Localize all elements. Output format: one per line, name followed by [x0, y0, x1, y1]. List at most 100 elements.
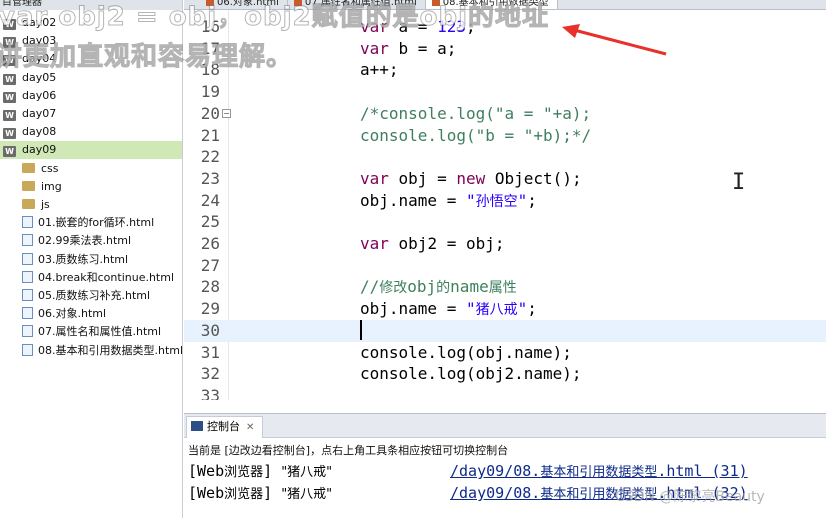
tree-item-label: day06: [22, 88, 57, 102]
tree-item-label: day09: [22, 143, 57, 157]
code-line: 22: [184, 146, 826, 168]
line-number: 27: [200, 255, 220, 275]
web-project-icon: W: [3, 73, 16, 85]
tree-item-label: day07: [22, 107, 57, 120]
code-line: 29 obj.name = "猪八戒";: [184, 298, 826, 320]
html-file-icon: [22, 252, 33, 265]
file-item[interactable]: 02.99乘法表.html: [0, 232, 182, 250]
project-item[interactable]: Wday09: [0, 141, 182, 160]
caption-line-1: var obj2 = obj，obj2赋值的是obj的地址: [0, 2, 549, 33]
line-number: 30: [200, 320, 220, 340]
tree-item-label: 06.对象.html: [38, 307, 107, 321]
current-line: 30: [184, 319, 826, 342]
html-file-icon: [22, 325, 33, 338]
code-line: 25: [184, 211, 826, 233]
folder-icon: [22, 162, 35, 173]
fold-toggle-icon[interactable]: −: [222, 108, 231, 118]
folder-item[interactable]: js: [0, 196, 182, 214]
web-project-icon: W: [3, 146, 16, 158]
line-number: 31: [200, 342, 220, 362]
console-tab-bar: 控制台 ✕: [184, 414, 826, 438]
line-number: 21: [200, 125, 220, 145]
annotation-arrow-icon: [562, 24, 667, 56]
line-number: 22: [200, 147, 220, 167]
tree-item-label: 07.属性名和属性值.html: [38, 325, 162, 339]
project-item[interactable]: Wday07: [0, 105, 182, 123]
tree-item-label: 03.质数练习.html: [38, 252, 129, 266]
project-explorer: 目管理器 Wday02 Wday03 Wday04 Wday05 Wday06 Wday0…: [0, 0, 183, 518]
console-info-text: 当前是 [边改边看控制台]，点右上角工具条相应按钮可切换控制台: [188, 444, 509, 457]
project-item[interactable]: Wday08: [0, 123, 182, 141]
web-project-icon: W: [3, 110, 16, 121]
file-item[interactable]: 06.对象.html: [0, 305, 182, 323]
code-line: 23 var obj = new Object();: [184, 168, 826, 190]
tree-item-label: 02.99乘法表.html: [38, 234, 132, 248]
tree-item-label: 05.质数练习补充.html: [38, 289, 151, 302]
line-number: 33: [200, 385, 220, 400]
code-text: var obj = new Object();: [360, 168, 582, 188]
tree-item-label: 04.break和continue.html: [38, 270, 175, 284]
html-file-icon: [22, 289, 33, 301]
tree-item-label: 01.嵌套的for循环.html: [38, 216, 155, 230]
folder-item[interactable]: css: [0, 160, 182, 178]
html-file-icon: [22, 234, 33, 247]
web-project-icon: W: [3, 128, 16, 140]
close-icon[interactable]: ✕: [246, 422, 254, 433]
line-number: 23: [200, 168, 220, 188]
folder-item[interactable]: img: [0, 178, 182, 196]
code-text: var b = a;: [360, 38, 457, 58]
html-file-icon: [22, 343, 33, 356]
ibeam-cursor-icon: I: [732, 170, 746, 195]
line-number: 32: [200, 364, 220, 384]
console-source-link[interactable]: /day09/08.基本和引用数据类型.html (31): [450, 460, 748, 484]
tree-item-label: js: [41, 198, 50, 211]
code-line: 26 var obj2 = obj;: [184, 233, 826, 255]
tab-console[interactable]: 控制台 ✕: [186, 416, 264, 438]
line-number: 20: [200, 103, 220, 123]
file-item[interactable]: 01.嵌套的for循环.html: [0, 214, 182, 232]
watermark: CSDN @陈黎亮Beauty: [615, 489, 765, 505]
console-tab-label: 控制台: [207, 420, 240, 433]
code-line: 27: [184, 255, 826, 277]
code-line: 32 console.log(obj2.name);: [184, 363, 826, 385]
line-number: 28: [200, 277, 220, 297]
code-text: /*console.log("a = "+a);: [360, 103, 592, 123]
code-line: 31 console.log(obj.name);: [184, 342, 826, 364]
file-item[interactable]: 07.属性名和属性值.html: [0, 323, 182, 341]
html-file-icon: [22, 216, 33, 229]
code-text: //修改obj的name属性: [360, 277, 517, 297]
html-file-icon: [22, 307, 33, 320]
console-icon: [191, 421, 203, 431]
line-number: 19: [200, 82, 220, 102]
code-line: 28 //修改obj的name属性: [184, 276, 826, 298]
line-number: 29: [200, 299, 220, 319]
code-text: obj.name = "孙悟空";: [360, 190, 537, 210]
line-number: 24: [200, 190, 220, 210]
code-line: 19: [184, 81, 826, 103]
code-line: 20− /*console.log("a = "+a);: [184, 103, 826, 125]
file-item[interactable]: 04.break和continue.html: [0, 269, 182, 287]
console-output-line: [Web浏览器] "猪八戒": [188, 484, 333, 502]
code-text: var obj2 = obj;: [360, 234, 505, 253]
file-item[interactable]: 08.基本和引用数据类型.html: [0, 342, 183, 360]
code-line: 33: [184, 385, 826, 400]
folder-icon: [22, 199, 35, 209]
tree-item-label: 08.基本和引用数据类型.html: [38, 343, 183, 357]
code-line: 24 obj.name = "孙悟空";: [184, 190, 826, 212]
file-item[interactable]: 03.质数练习.html: [0, 251, 182, 269]
project-item[interactable]: Wday06: [0, 87, 182, 105]
tree-item-label: img: [41, 179, 62, 193]
caption-line-2: 讲更加直观和容易理解。: [0, 42, 294, 73]
code-text: console.log(obj.name);: [360, 342, 572, 362]
tree-item-label: day08: [22, 125, 57, 139]
code-text: a++;: [360, 60, 399, 80]
html-file-icon: [22, 270, 33, 283]
line-number: 25: [200, 212, 220, 232]
text-caret: [360, 320, 362, 340]
folder-icon: [22, 180, 35, 191]
code-text: console.log("b = "+b);*/: [360, 125, 592, 145]
code-line: 21 console.log("b = "+b);*/: [184, 125, 826, 147]
console-output-line: [Web浏览器] "猪八戒": [188, 462, 333, 480]
web-project-icon: W: [3, 91, 16, 103]
file-item[interactable]: 05.质数练习补充.html: [0, 287, 182, 305]
